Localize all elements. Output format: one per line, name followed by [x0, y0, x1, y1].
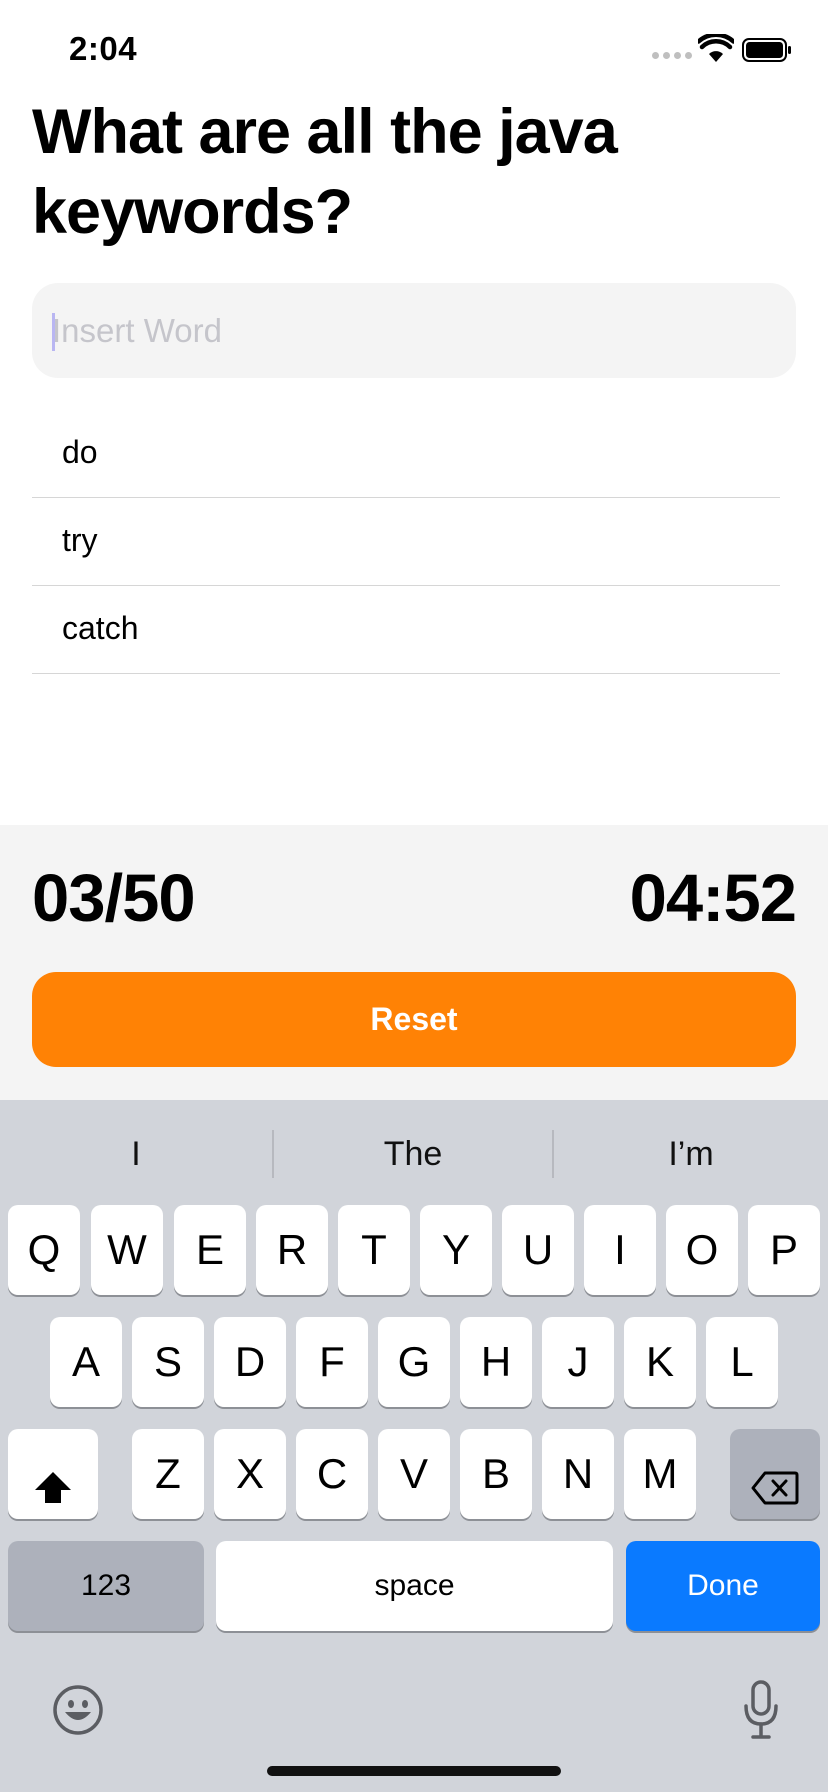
- key-q[interactable]: Q: [8, 1205, 80, 1295]
- list-item-label: catch: [62, 610, 139, 646]
- question-title: What are all the java keywords?: [32, 97, 618, 247]
- key-g[interactable]: G: [378, 1317, 450, 1407]
- countdown-timer: 04:52: [629, 861, 797, 936]
- key-y[interactable]: Y: [420, 1205, 492, 1295]
- cellular-signal-icon: [652, 52, 692, 62]
- key-p[interactable]: P: [748, 1205, 820, 1295]
- list-item-label: do: [62, 434, 98, 470]
- suggestion-item[interactable]: The: [274, 1128, 552, 1180]
- key-o[interactable]: O: [666, 1205, 738, 1295]
- key-f[interactable]: F: [296, 1317, 368, 1407]
- key-l[interactable]: L: [706, 1317, 778, 1407]
- suggestion-bar: I The I’m: [0, 1128, 828, 1180]
- key-s[interactable]: S: [132, 1317, 204, 1407]
- suggestion-item[interactable]: I’m: [554, 1128, 828, 1180]
- key-t[interactable]: T: [338, 1205, 410, 1295]
- keyboard: I The I’m Q W E R T Y U I O P A S D F G …: [0, 1100, 828, 1792]
- key-c[interactable]: C: [296, 1429, 368, 1519]
- home-indicator[interactable]: [267, 1766, 561, 1776]
- word-input[interactable]: [52, 283, 772, 378]
- delete-key[interactable]: [730, 1429, 820, 1519]
- list-item: do: [32, 410, 780, 498]
- delete-icon: [751, 1471, 799, 1505]
- battery-icon: [742, 38, 791, 62]
- key-e[interactable]: E: [174, 1205, 246, 1295]
- key-r[interactable]: R: [256, 1205, 328, 1295]
- suggestion-item[interactable]: I: [0, 1128, 272, 1180]
- key-j[interactable]: J: [542, 1317, 614, 1407]
- key-k[interactable]: K: [624, 1317, 696, 1407]
- key-n[interactable]: N: [542, 1429, 614, 1519]
- status-bar: 2:04: [0, 0, 828, 100]
- microphone-icon[interactable]: [742, 1680, 780, 1740]
- key-d[interactable]: D: [214, 1317, 286, 1407]
- answer-count: 03/50: [32, 861, 196, 936]
- space-key[interactable]: space: [216, 1541, 613, 1631]
- key-b[interactable]: B: [460, 1429, 532, 1519]
- key-v[interactable]: V: [378, 1429, 450, 1519]
- list-item: try: [32, 498, 780, 586]
- key-z[interactable]: Z: [132, 1429, 204, 1519]
- shift-icon: [35, 1471, 71, 1503]
- key-u[interactable]: U: [502, 1205, 574, 1295]
- key-i[interactable]: I: [584, 1205, 656, 1295]
- wifi-icon: [698, 34, 734, 62]
- answer-list: do try catch: [32, 410, 780, 674]
- key-w[interactable]: W: [91, 1205, 163, 1295]
- shift-key[interactable]: [8, 1429, 98, 1519]
- list-item: catch: [32, 586, 780, 674]
- key-h[interactable]: H: [460, 1317, 532, 1407]
- key-m[interactable]: M: [624, 1429, 696, 1519]
- reset-button[interactable]: Reset: [32, 972, 796, 1067]
- done-key[interactable]: Done: [626, 1541, 820, 1631]
- list-item-label: try: [62, 522, 98, 558]
- key-a[interactable]: A: [50, 1317, 122, 1407]
- emoji-icon[interactable]: [52, 1684, 104, 1736]
- status-time: 2:04: [69, 30, 138, 67]
- numbers-key[interactable]: 123: [8, 1541, 204, 1631]
- score-panel: 03/50 04:52 Reset: [0, 825, 828, 1100]
- key-x[interactable]: X: [214, 1429, 286, 1519]
- word-input-container[interactable]: [32, 283, 796, 378]
